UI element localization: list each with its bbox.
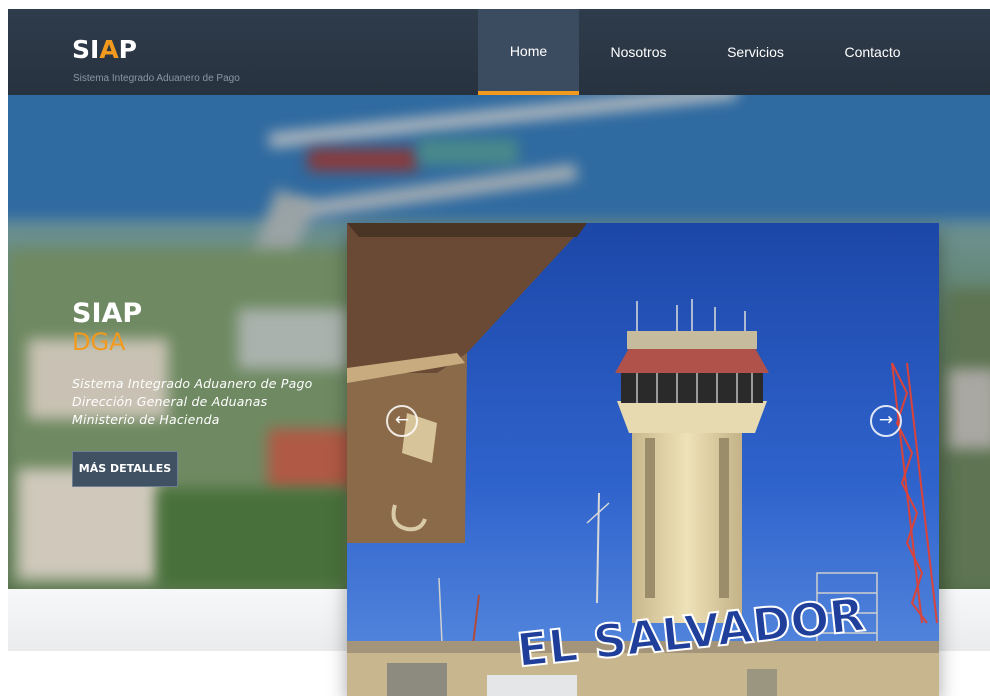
brand-logo-accent: A [99,35,119,64]
hero-subtitle: DGA [72,328,126,356]
slide-image-control-tower: EL SALVADOR [347,223,939,696]
nav-item-home[interactable]: Home [478,9,579,95]
page-frame: SIAP Sistema Integrado Aduanero de Pago … [8,9,990,696]
nav-item-nosotros[interactable]: Nosotros [588,9,689,95]
top-navbar: SIAP Sistema Integrado Aduanero de Pago … [8,9,990,95]
hero-description: Sistema Integrado Aduanero de Pago Direc… [72,376,313,427]
slider-prev-button[interactable]: ← [386,405,418,437]
arrow-left-icon: ← [394,410,410,430]
arrow-right-icon: → [878,410,894,430]
brand-tagline: Sistema Integrado Aduanero de Pago [73,73,240,84]
image-slider[interactable]: EL SALVADOR [347,223,939,696]
nav-item-servicios[interactable]: Servicios [705,9,806,95]
more-details-button[interactable]: MÁS DETALLES [72,451,178,487]
slider-next-button[interactable]: → [870,405,902,437]
brand-logo[interactable]: SIAP [72,36,137,64]
nav-item-contacto[interactable]: Contacto [822,9,923,95]
brand-logo-text-end: P [118,35,137,64]
brand-logo-text-start: SI [72,35,100,64]
hero-title: SIAP [72,298,143,329]
